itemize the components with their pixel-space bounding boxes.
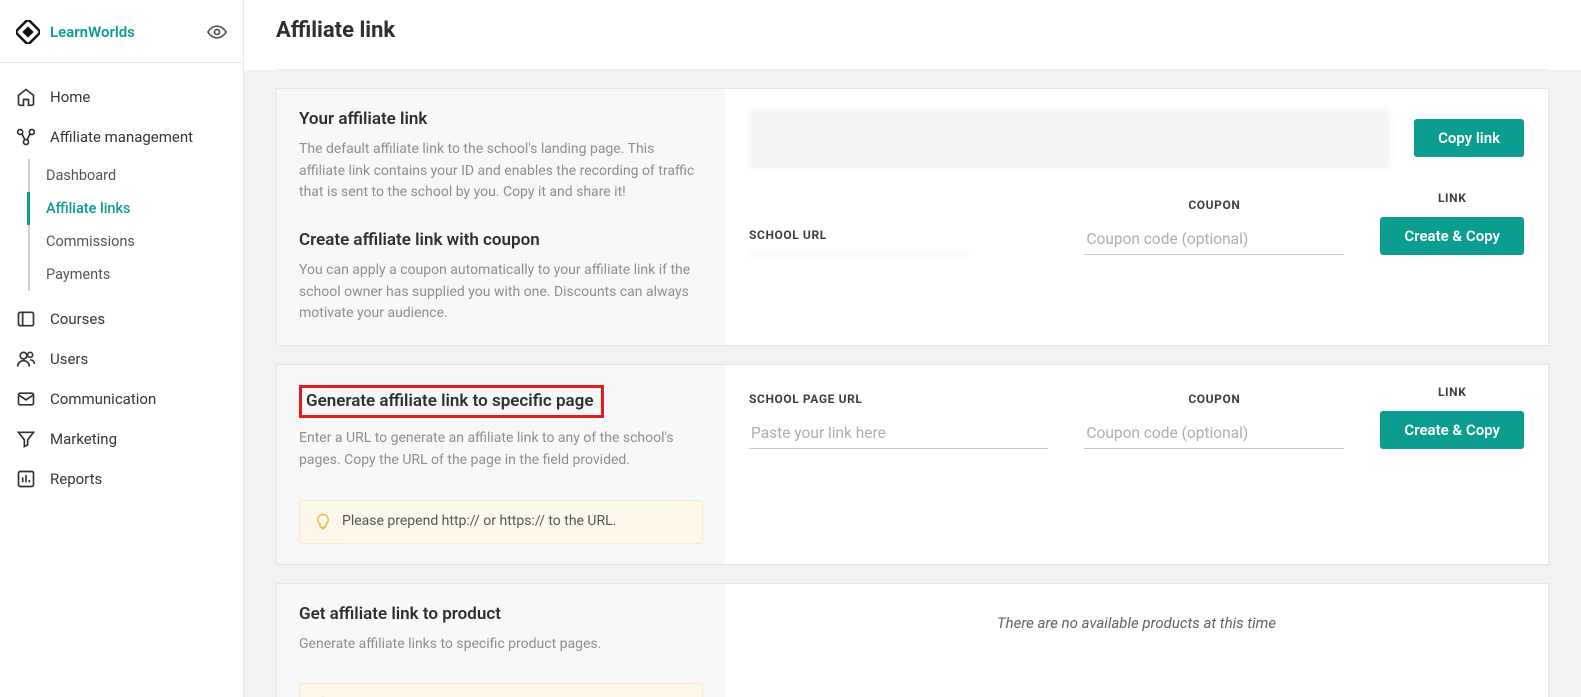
sidebar: LearnWorlds Home Affiliate management Da…	[0, 0, 244, 697]
affiliate-link-redacted	[749, 109, 1390, 167]
nav-reports[interactable]: Reports	[0, 459, 243, 499]
card-generate-specific-page: Generate affiliate link to specific page…	[276, 364, 1549, 564]
nav-label: Communication	[50, 390, 156, 408]
subnav-dashboard[interactable]: Dashboard	[28, 159, 243, 192]
coupon-input-2[interactable]	[1084, 418, 1344, 449]
label-school-url: SCHOOL URL	[749, 228, 1048, 242]
nav-marketing[interactable]: Marketing	[0, 419, 243, 459]
copy-link-button[interactable]: Copy link	[1414, 119, 1524, 157]
nav-communication[interactable]: Communication	[0, 379, 243, 419]
sub-nav: Dashboard Affiliate links Commissions Pa…	[0, 157, 243, 299]
nav-affiliate-management[interactable]: Affiliate management	[0, 117, 243, 157]
section-desc: Enter a URL to generate an affiliate lin…	[299, 428, 703, 471]
label-link: LINK	[1438, 191, 1467, 205]
subnav-affiliate-links[interactable]: Affiliate links	[27, 192, 243, 225]
sidebar-nav: Home Affiliate management Dashboard Affi…	[0, 63, 243, 513]
section-desc: The default affiliate link to the school…	[299, 139, 703, 204]
card-your-affiliate-link: Your affiliate link The default affiliat…	[276, 88, 1549, 346]
chart-icon	[16, 469, 36, 489]
section-title: Generate affiliate link to specific page	[306, 391, 593, 411]
section-desc: Generate affiliate links to specific pro…	[299, 634, 703, 656]
label-coupon: COUPON	[1084, 392, 1344, 406]
section-title: Get affiliate link to product	[299, 604, 703, 624]
label-link: LINK	[1438, 385, 1467, 399]
nav-label: Affiliate management	[50, 128, 193, 146]
sidebar-header: LearnWorlds	[0, 0, 243, 63]
section-desc: You can apply a coupon automatically to …	[299, 260, 703, 325]
nav-home[interactable]: Home	[0, 77, 243, 117]
users-icon	[16, 349, 36, 369]
preview-icon[interactable]	[207, 22, 227, 42]
coupon-input[interactable]	[1084, 224, 1344, 255]
brand-name: LearnWorlds	[50, 23, 135, 41]
nav-label: Marketing	[50, 430, 117, 448]
highlighted-title-box: Generate affiliate link to specific page	[299, 385, 604, 418]
nav-label: Reports	[50, 470, 102, 488]
create-copy-button-2[interactable]: Create & Copy	[1380, 411, 1524, 449]
create-copy-button[interactable]: Create & Copy	[1380, 217, 1524, 255]
no-products-message: There are no available products at this …	[749, 604, 1524, 642]
page-url-input[interactable]	[749, 418, 1048, 449]
main-content: Affiliate link Your affiliate link The d…	[244, 0, 1581, 697]
section-title: Your affiliate link	[299, 109, 703, 129]
subnav-payments[interactable]: Payments	[28, 258, 243, 291]
section-title: Create affiliate link with coupon	[299, 230, 703, 250]
tip-box: Please prepend http:// or https:// to th…	[299, 500, 703, 544]
courses-icon	[16, 309, 36, 329]
affiliate-icon	[16, 127, 36, 147]
mail-icon	[16, 389, 36, 409]
subnav-commissions[interactable]: Commissions	[28, 225, 243, 258]
school-url-redacted	[749, 254, 969, 255]
page-title: Affiliate link	[276, 0, 1549, 70]
nav-label: Courses	[50, 310, 105, 328]
label-page-url: SCHOOL PAGE URL	[749, 392, 1048, 406]
home-icon	[16, 87, 36, 107]
label-coupon: COUPON	[1084, 198, 1344, 212]
nav-courses[interactable]: Courses	[0, 299, 243, 339]
lightbulb-icon	[314, 513, 332, 531]
nav-label: Home	[50, 88, 90, 106]
nav-users[interactable]: Users	[0, 339, 243, 379]
tip-box: You can apply a coupon to your affiliate…	[299, 683, 703, 697]
card-product-link: Get affiliate link to product Generate a…	[276, 583, 1549, 697]
funnel-icon	[16, 429, 36, 449]
logo-icon	[16, 20, 40, 44]
tip-text: Please prepend http:// or https:// to th…	[342, 513, 616, 529]
nav-label: Users	[50, 350, 88, 368]
